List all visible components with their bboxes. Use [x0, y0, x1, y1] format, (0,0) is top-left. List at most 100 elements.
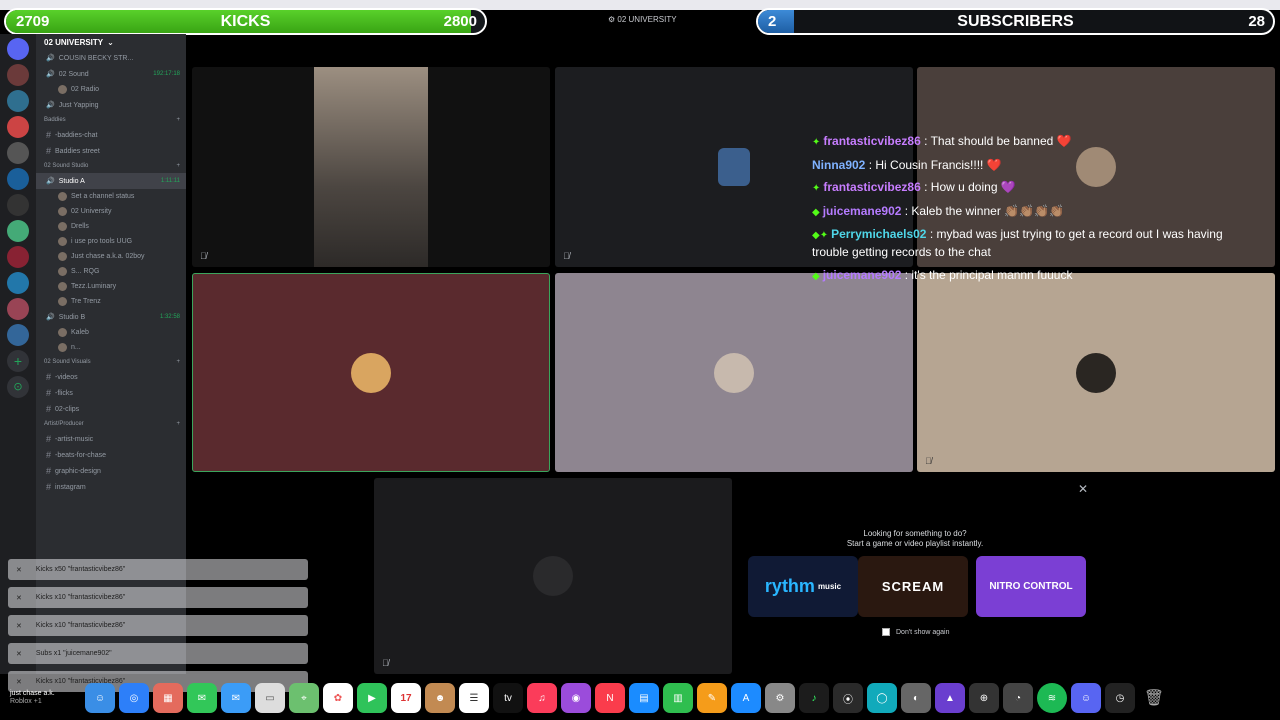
voice-member[interactable]: i use pro tools UUG — [36, 234, 186, 249]
channel-category[interactable]: 02 Sound Studio + — [36, 159, 186, 173]
channel-item[interactable]: # -videos — [36, 369, 186, 385]
reminders-icon[interactable]: ☰ — [459, 683, 489, 713]
voice-member[interactable]: S... RQG — [36, 264, 186, 279]
channel-category[interactable]: 02 Sound Visuals + — [36, 355, 186, 369]
close-icon[interactable]: ✕ — [16, 650, 22, 658]
server-icon[interactable] — [7, 298, 29, 320]
server-icon[interactable] — [7, 220, 29, 242]
server-icon[interactable] — [7, 168, 29, 190]
add-server-icon[interactable]: + — [7, 350, 29, 372]
voice-member[interactable]: 02 Radio — [36, 82, 186, 97]
channel-item[interactable]: #02-clips — [36, 401, 186, 417]
settings-icon[interactable]: ⚙ — [765, 683, 795, 713]
finder-icon[interactable]: ☺ — [85, 683, 115, 713]
voice-member[interactable]: Tre Trenz — [36, 294, 186, 309]
user-panel[interactable]: just chase a.k. Roblox +1 — [10, 690, 55, 706]
server-icon[interactable] — [7, 324, 29, 346]
activity-card-nitro-control[interactable]: NITRO CONTROL — [976, 556, 1086, 617]
files-icon[interactable]: ▭ — [255, 683, 285, 713]
server-icon[interactable] — [7, 246, 29, 268]
waveform-icon[interactable]: ◯ — [867, 683, 897, 713]
messages-icon[interactable]: ✉ — [187, 683, 217, 713]
keynote-icon[interactable]: ▤ — [629, 683, 659, 713]
voice-member[interactable]: Tezz.Luminary — [36, 279, 186, 294]
channel-item[interactable]: # -beats-for-chase — [36, 447, 186, 463]
add-channel-icon[interactable]: + — [176, 421, 180, 427]
channel-item[interactable]: 🔊 Studio B 1:32:58 — [36, 309, 186, 325]
server-icon[interactable] — [7, 116, 29, 138]
alert-notification[interactable]: ✕ Kicks x10 "frantasticvibez86" — [8, 587, 308, 608]
channel-item[interactable]: 🔊 COUSIN BECKY STR... — [36, 50, 186, 66]
appstore-icon[interactable]: A — [731, 683, 761, 713]
disk-utility-icon[interactable]: ◐ — [901, 683, 931, 713]
video-tile[interactable]: 🎙̸ — [374, 478, 732, 674]
news-icon[interactable]: N — [595, 683, 625, 713]
add-channel-icon[interactable]: + — [176, 163, 180, 169]
close-icon[interactable]: ✕ — [16, 622, 22, 630]
activity-monitor-icon[interactable]: ◷ — [1105, 683, 1135, 713]
server-name-header[interactable]: 02 UNIVERSITY ⌄ — [36, 34, 186, 50]
server-icon[interactable] — [7, 90, 29, 112]
pages-icon[interactable]: ✎ — [697, 683, 727, 713]
launchpad-icon[interactable]: ▦ — [153, 683, 183, 713]
channel-item[interactable]: # Baddies street — [36, 143, 186, 159]
audio-app-icon[interactable]: ▲ — [935, 683, 965, 713]
mixer-icon[interactable]: ⊕ — [969, 683, 999, 713]
obs-icon[interactable]: ⦿ — [833, 683, 863, 713]
voice-member[interactable]: Kaleb — [36, 325, 186, 340]
server-icon[interactable] — [7, 142, 29, 164]
server-icon[interactable] — [7, 64, 29, 86]
server-icon[interactable] — [7, 38, 29, 60]
channel-item[interactable]: 🔊 Just Yapping — [36, 97, 186, 113]
mail-icon[interactable]: ✉ — [221, 683, 251, 713]
channel-item[interactable]: # instagram — [36, 479, 186, 495]
close-icon[interactable]: ✕ — [16, 678, 22, 686]
channel-item[interactable]: # -artist-music — [36, 431, 186, 447]
photos-icon[interactable]: ✿ — [323, 683, 353, 713]
spotify-icon[interactable]: ≋ — [1037, 683, 1067, 713]
channel-category[interactable]: Baddies + — [36, 113, 186, 127]
discover-icon[interactable]: ⊙ — [7, 376, 29, 398]
voice-member[interactable]: 02 University — [36, 204, 186, 219]
video-tile[interactable]: 🎙̸ — [917, 273, 1275, 472]
server-icon[interactable] — [7, 272, 29, 294]
calendar-icon[interactable]: 17 — [391, 683, 421, 713]
gauge-icon[interactable]: ◔ — [1003, 683, 1033, 713]
voice-member[interactable]: Drells — [36, 219, 186, 234]
close-icon[interactable]: ✕ — [1078, 482, 1088, 496]
server-icon[interactable] — [7, 194, 29, 216]
maps-icon[interactable]: ⌖ — [289, 683, 319, 713]
alert-notification[interactable]: ✕ Kicks x50 "frantasticvibez86" — [8, 559, 308, 580]
appletv-icon[interactable]: tv — [493, 683, 523, 713]
video-tile[interactable] — [555, 273, 913, 472]
alert-notification[interactable]: ✕ Kicks x10 "frantasticvibez86" — [8, 615, 308, 636]
channel-item[interactable]: 🔊 Studio A 1:11:11 — [36, 173, 186, 189]
channel-item[interactable]: # graphic-design — [36, 463, 186, 479]
alert-notification[interactable]: ✕ Subs x1 "juicemane902" — [8, 643, 308, 664]
add-channel-icon[interactable]: + — [176, 359, 180, 365]
close-icon[interactable]: ✕ — [16, 594, 22, 602]
numbers-icon[interactable]: ▥ — [663, 683, 693, 713]
trash-icon[interactable]: 🗑 — [1139, 683, 1169, 713]
channel-item[interactable]: 🔊 02 Sound 192:17:18 — [36, 66, 186, 82]
contacts-icon[interactable]: ☻ — [425, 683, 455, 713]
dont-show-again[interactable]: Don't show again — [882, 628, 949, 636]
safari-icon[interactable]: ◎ — [119, 683, 149, 713]
video-tile[interactable]: 🎙̸ — [192, 67, 550, 267]
checkbox[interactable] — [882, 628, 890, 636]
voice-member[interactable]: Just chase a.k.a. 02boy — [36, 249, 186, 264]
voice-member[interactable]: n... — [36, 340, 186, 355]
close-icon[interactable]: ✕ — [16, 566, 22, 574]
channel-item[interactable]: # -flicks — [36, 385, 186, 401]
activity-card-rythm[interactable]: rythm music — [748, 556, 858, 617]
add-channel-icon[interactable]: + — [176, 117, 180, 123]
logic-icon[interactable]: ♪ — [799, 683, 829, 713]
channel-item[interactable]: # -baddies-chat — [36, 127, 186, 143]
discord-icon[interactable]: ☺ — [1071, 683, 1101, 713]
music-icon[interactable]: ♫ — [527, 683, 557, 713]
podcasts-icon[interactable]: ◉ — [561, 683, 591, 713]
voice-member[interactable]: Set a channel status — [36, 189, 186, 204]
activity-card-scream[interactable]: SCREAM — [858, 556, 968, 617]
facetime-icon[interactable]: ▶ — [357, 683, 387, 713]
video-tile[interactable] — [192, 273, 550, 472]
